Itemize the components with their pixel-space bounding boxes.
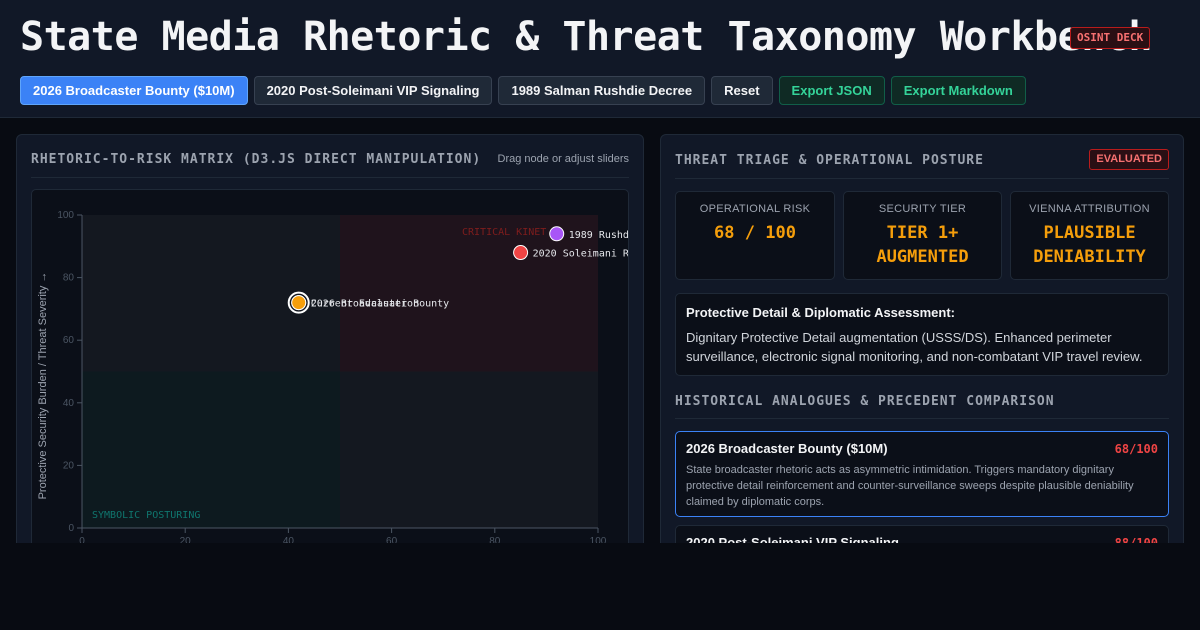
matrix-panel: RHETORIC-TO-RISK MATRIX (D3.JS DIRECT MA… bbox=[16, 134, 644, 604]
analogues-title: HISTORICAL ANALOGUES & PRECEDENT COMPARI… bbox=[675, 394, 1055, 409]
divider bbox=[675, 418, 1169, 419]
assessment-body: Dignitary Protective Detail augmentation… bbox=[686, 330, 1143, 364]
viewport-bottom bbox=[0, 543, 1200, 630]
divider bbox=[675, 178, 1169, 179]
risk-matrix-svg: CRITICAL KINET SYMBOLIC POSTURING 0 20 40 60 8… bbox=[37, 210, 629, 547]
assessment-box: Protective Detail & Diplomatic Assessmen… bbox=[675, 293, 1169, 376]
operational-risk-card: OPERATIONAL RISK 68 / 100 bbox=[675, 191, 835, 280]
reset-button[interactable]: Reset bbox=[711, 76, 773, 105]
status-badge: EVALUATED bbox=[1089, 149, 1169, 170]
matrix-panel-title: RHETORIC-TO-RISK MATRIX (D3.JS DIRECT MA… bbox=[31, 152, 482, 167]
data-point-label: Current Evaluation bbox=[311, 299, 419, 310]
y-tick-label: 0 bbox=[68, 523, 74, 534]
risk-matrix-chart: CRITICAL KINET SYMBOLIC POSTURING 0 20 40 60 8… bbox=[31, 189, 629, 589]
assessment-title: Protective Detail & Diplomatic Assessmen… bbox=[686, 305, 955, 320]
data-point-label: 2020 Soleimani R bbox=[533, 249, 629, 260]
card-label: SECURITY TIER bbox=[878, 203, 967, 215]
analogue-description: State broadcaster rhetoric acts as asymm… bbox=[686, 464, 1134, 508]
data-point-node[interactable] bbox=[549, 226, 565, 242]
y-tick-label: 60 bbox=[63, 335, 75, 346]
drag-hint: Drag node or adjust sliders bbox=[497, 153, 629, 165]
y-tick-label: 40 bbox=[63, 398, 75, 409]
quadrant-label-symbolic: SYMBOLIC POSTURING bbox=[92, 510, 200, 521]
y-tick-label: 80 bbox=[63, 273, 75, 284]
preset-1989-button[interactable]: 1989 Salman Rushdie Decree bbox=[498, 76, 706, 105]
card-label: OPERATIONAL RISK bbox=[699, 203, 811, 215]
y-axis-label: Protective Security Burden / Threat Seve… bbox=[37, 272, 49, 500]
divider bbox=[31, 177, 629, 178]
triage-panel-title: THREAT TRIAGE & OPERATIONAL POSTURE bbox=[675, 153, 984, 168]
card-value: 68 / 100 bbox=[714, 223, 796, 243]
analogue-name: 2026 Broadcaster Bounty ($10M) bbox=[686, 441, 888, 456]
y-tick-label: 20 bbox=[63, 460, 75, 471]
data-point-label: 1989 Rushd bbox=[569, 230, 629, 241]
card-label: VIENNA ATTRIBUTION bbox=[1029, 203, 1150, 215]
header: State Media Rhetoric & Threat Taxonomy W… bbox=[0, 0, 1200, 118]
preset-2026-button[interactable]: 2026 Broadcaster Bounty ($10M) bbox=[20, 76, 248, 105]
preset-2020-button[interactable]: 2020 Post-Soleimani VIP Signaling bbox=[253, 76, 493, 105]
y-tick-label: 100 bbox=[57, 210, 74, 221]
quadrant-bottom-left bbox=[82, 371, 340, 528]
osint-badge: OSINT DECK bbox=[1070, 27, 1151, 49]
data-point-node[interactable] bbox=[291, 295, 307, 311]
security-tier-card: SECURITY TIER TIER 1+ AUGMENTED bbox=[843, 191, 1002, 280]
triage-panel: THREAT TRIAGE & OPERATIONAL POSTURE EVAL… bbox=[660, 134, 1184, 604]
vienna-attribution-card: VIENNA ATTRIBUTION PLAUSIBLE DENIABILITY bbox=[1010, 191, 1169, 280]
card-value: PLAUSIBLE DENIABILITY bbox=[1033, 223, 1146, 267]
card-value: TIER 1+ AUGMENTED bbox=[876, 223, 969, 267]
quadrant-bottom-right bbox=[340, 371, 598, 528]
analogue-card-2026[interactable]: 2026 Broadcaster Bounty ($10M) 68/100 St… bbox=[675, 431, 1169, 517]
scenario-toolbar: 2026 Broadcaster Bounty ($10M) 2020 Post… bbox=[20, 76, 1026, 105]
page-title: State Media Rhetoric & Threat Taxonomy W… bbox=[20, 14, 1152, 60]
data-point-node[interactable] bbox=[513, 245, 529, 261]
export-markdown-button[interactable]: Export Markdown bbox=[890, 76, 1026, 105]
export-json-button[interactable]: Export JSON bbox=[778, 76, 885, 105]
quadrant-label-critical: CRITICAL KINET bbox=[462, 227, 546, 238]
analogue-score: 68/100 bbox=[1114, 442, 1158, 456]
